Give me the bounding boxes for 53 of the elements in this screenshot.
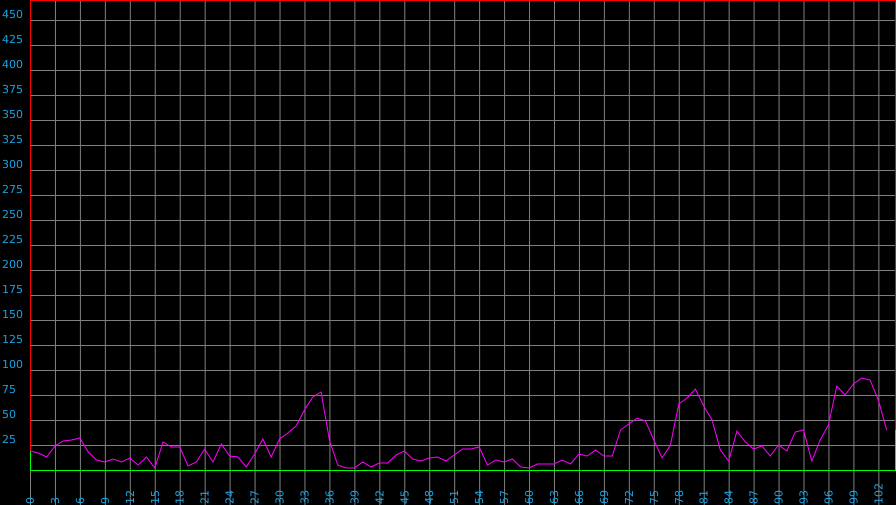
- x-tick-label: 9: [98, 497, 112, 504]
- x-tick-label: 24: [224, 490, 237, 504]
- x-tick-label: 63: [548, 490, 561, 504]
- x-tick-label: 36: [323, 490, 336, 504]
- x-tick-label: 66: [572, 490, 586, 504]
- x-tick-label: 96: [822, 490, 836, 504]
- x-tick-label: 12: [124, 490, 137, 504]
- x-tick-label: 6: [74, 497, 87, 504]
- x-tick-label: 78: [672, 490, 686, 504]
- x-tick-label: 30: [274, 490, 287, 504]
- y-tick-label: 75: [2, 383, 16, 396]
- x-tick-label: 0: [24, 497, 37, 504]
- x-tick-label: 93: [798, 490, 810, 504]
- y-tick-label: 425: [2, 33, 23, 46]
- y-tick-label: 400: [2, 58, 23, 71]
- x-tick-label: 51: [448, 490, 462, 504]
- y-tick-label: 375: [2, 83, 23, 96]
- y-tick-label: 175: [2, 283, 23, 296]
- x-tick-label: 39: [348, 490, 362, 504]
- x-tick-label: 75: [648, 490, 661, 504]
- x-tick-label: 18: [174, 490, 187, 504]
- y-tick-label: 125: [2, 333, 23, 346]
- x-tick-label: 27: [248, 490, 262, 504]
- y-tick-label: 450: [2, 8, 23, 21]
- x-tick-label: 72: [622, 490, 636, 504]
- y-tick-label: 50: [2, 408, 16, 421]
- x-tick-label: 42: [373, 490, 386, 504]
- y-tick-label: 200: [2, 258, 23, 271]
- x-tick-label: 54: [473, 490, 486, 504]
- x-tick-label: 57: [498, 490, 512, 504]
- x-tick-label: 48: [423, 490, 436, 504]
- y-tick-label: 225: [2, 233, 23, 246]
- y-tick-label: 300: [2, 158, 23, 171]
- x-tick-label: 102: [872, 483, 886, 504]
- y-tick-label: 250: [2, 208, 23, 221]
- y-tick-label: 100: [2, 358, 23, 371]
- x-tick-label: 69: [598, 490, 611, 504]
- x-tick-label: 90: [772, 490, 786, 504]
- y-tick-label: 275: [2, 183, 23, 196]
- y-tick-label: 25: [2, 433, 16, 446]
- x-tick-label: 45: [398, 490, 412, 504]
- x-tick-label: 60: [523, 490, 536, 504]
- y-tick-label: 150: [2, 308, 23, 321]
- x-tick-label: 15: [148, 490, 162, 504]
- y-tick-label: 325: [2, 133, 23, 146]
- x-tick-label: 3: [48, 497, 62, 504]
- x-tick-label: 33: [298, 490, 312, 504]
- y-tick-label: 350: [2, 108, 23, 121]
- x-tick-label: 84: [722, 490, 736, 504]
- x-tick-label: 99: [847, 490, 860, 504]
- x-tick-label: 81: [698, 490, 711, 504]
- x-tick-label: 87: [748, 490, 761, 504]
- x-tick-label: 21: [198, 490, 212, 504]
